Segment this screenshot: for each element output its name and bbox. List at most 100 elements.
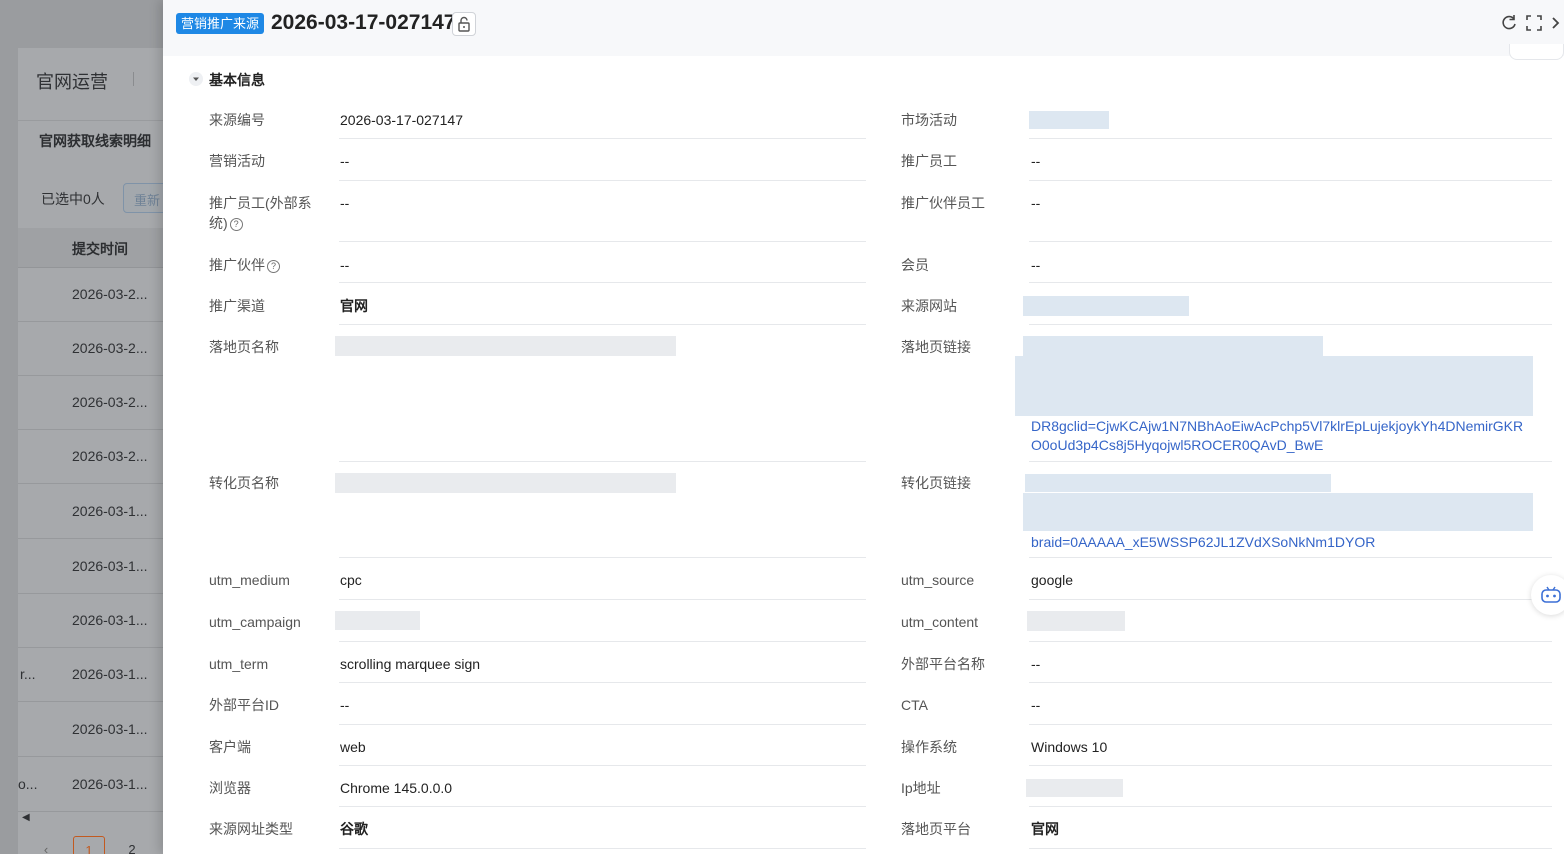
ext-platform-name-value: --	[1031, 656, 1041, 672]
table-row[interactable]: 2026-03-2...	[18, 322, 175, 376]
source-url-type-value: 谷歌	[340, 821, 368, 837]
caret-down-icon	[193, 77, 199, 81]
table-row[interactable]: 2026-03-1...	[18, 540, 175, 594]
field-label: 推广伙伴?	[209, 255, 280, 275]
field-label: utm_medium	[209, 572, 290, 588]
drawer-header: 营销推广来源 2026-03-17-027147	[163, 0, 1564, 56]
conv-link-value[interactable]: braid=0AAAAA_xE5WSSP62JL1ZVdXSoNkNm1DYOR	[1031, 533, 1375, 552]
field-label: utm_source	[901, 572, 975, 588]
row-time: 2026-03-1...	[72, 721, 148, 737]
partner-value: --	[340, 257, 350, 273]
background-page: 官网运营 官网获取线索明细 已选中0人 重新 提交时间 2026-03-2...…	[0, 0, 183, 854]
landing-link-value[interactable]: DR8gclid=CjwKCAjw1N7NBhAoEiwAcPchp5Vl7kl…	[1031, 417, 1523, 436]
help-icon[interactable]: ?	[267, 259, 280, 273]
field-label: 落地页名称	[209, 339, 279, 355]
column-header-submit-time[interactable]: 提交时间	[72, 239, 128, 259]
row-truncated-cell: r...	[20, 666, 36, 682]
field-label: 来源网址类型	[209, 821, 293, 837]
ext-platform-id-value: --	[340, 697, 350, 713]
client-value: web	[340, 739, 366, 755]
landing-name-redacted	[335, 336, 676, 356]
help-icon[interactable]: ?	[229, 217, 243, 231]
utm-term-value: scrolling marquee sign	[340, 656, 481, 672]
field-label: 落地页链接	[901, 339, 971, 355]
partner-staff-value: --	[1031, 195, 1041, 211]
field-label: 营销活动	[209, 153, 265, 169]
field-label: Ip地址	[901, 780, 941, 796]
source-number-value: 2026-03-17-027147	[340, 112, 463, 128]
title-divider	[133, 72, 134, 86]
member-value: --	[1031, 257, 1041, 273]
field-label: 外部平台ID	[209, 697, 279, 713]
table-row[interactable]: r... 2026-03-1...	[18, 648, 175, 702]
table-row[interactable]: 2026-03-1...	[18, 485, 175, 539]
field-label: 转化页名称	[209, 475, 279, 491]
table-row[interactable]: 2026-03-1...	[18, 594, 175, 648]
table-row[interactable]: 2026-03-1...	[18, 703, 175, 757]
field-label: utm_campaign	[209, 614, 301, 630]
row-time: 2026-03-1...	[72, 776, 148, 792]
channel-value: 官网	[340, 298, 368, 314]
field-label: CTA	[901, 697, 928, 713]
market-activity-redacted[interactable]	[1029, 111, 1109, 129]
landing-link-value-cont[interactable]: O0oUd3p4Cs8j5Hyqojwl5ROCER0QAvD_BwE	[1031, 436, 1323, 455]
field-label: 会员	[901, 257, 929, 273]
row-time: 2026-03-1...	[72, 503, 148, 519]
lock-button[interactable]	[452, 12, 476, 36]
conv-link-redacted[interactable]	[1023, 493, 1533, 531]
drawer-tab-handle[interactable]	[1509, 44, 1564, 60]
field-label: 操作系统	[901, 739, 957, 755]
field-label: 落地页平台	[901, 821, 971, 837]
chevron-right-icon[interactable]	[1548, 13, 1562, 33]
conv-name-redacted	[335, 473, 676, 493]
section-title: 基本信息	[209, 72, 265, 88]
row-time: 2026-03-2...	[72, 340, 148, 356]
promoter-ext-value: --	[340, 195, 350, 211]
landing-link-redacted[interactable]	[1023, 336, 1323, 356]
detail-drawer: 营销推广来源 2026-03-17-027147 基本信息 来源编号 2026-…	[163, 0, 1564, 854]
pager-page-2[interactable]: 2	[116, 836, 148, 854]
row-truncated-cell: o...	[18, 776, 38, 792]
pager-page-1[interactable]: 1	[73, 836, 105, 854]
row-time: 2026-03-2...	[72, 448, 148, 464]
field-label: utm_content	[901, 614, 979, 630]
promoter-value: --	[1031, 153, 1041, 169]
landing-platform-value: 官网	[1031, 821, 1059, 837]
utm-medium-value: cpc	[340, 572, 362, 588]
source-site-redacted[interactable]	[1023, 296, 1189, 316]
cta-value: --	[1031, 697, 1041, 713]
row-time: 2026-03-1...	[72, 612, 148, 628]
landing-link-redacted[interactable]	[1015, 356, 1533, 416]
assistant-button[interactable]	[1531, 575, 1564, 615]
table-row[interactable]: 2026-03-2...	[18, 430, 175, 484]
drawer-title: 2026-03-17-027147	[271, 11, 456, 34]
scroll-left-icon[interactable]: ◀	[22, 812, 30, 823]
marketing-activity-value: --	[340, 153, 350, 169]
collapse-toggle[interactable]	[189, 72, 203, 86]
table-header: 提交时间	[18, 228, 175, 268]
ip-redacted	[1026, 779, 1123, 797]
lock-icon	[458, 16, 470, 32]
field-label-cont: 统)?	[209, 213, 243, 233]
header-divider	[18, 120, 175, 121]
fullscreen-icon[interactable]	[1524, 13, 1544, 33]
os-value: Windows 10	[1031, 739, 1108, 755]
list-title: 官网获取线索明细	[39, 133, 151, 149]
field-label: utm_term	[209, 656, 269, 672]
conv-link-redacted[interactable]	[1025, 474, 1331, 492]
field-label: 浏览器	[209, 780, 251, 796]
field-label: 来源网站	[901, 298, 957, 314]
browser-value: Chrome 145.0.0.0	[340, 780, 453, 796]
table-row[interactable]: 2026-03-2...	[18, 268, 175, 322]
field-label: 外部平台名称	[901, 656, 985, 672]
field-label: 推广员工(外部系	[209, 195, 312, 211]
robot-icon	[1541, 586, 1561, 603]
field-label: 来源编号	[209, 112, 265, 128]
row-time: 2026-03-2...	[72, 394, 148, 410]
field-label: 转化页链接	[901, 475, 971, 491]
pager-prev-icon[interactable]: ‹	[30, 836, 62, 854]
table-row[interactable]: o... 2026-03-1...	[18, 758, 175, 812]
table-row[interactable]: 2026-03-2...	[18, 376, 175, 430]
row-time: 2026-03-1...	[72, 666, 148, 682]
refresh-icon[interactable]	[1499, 13, 1519, 33]
